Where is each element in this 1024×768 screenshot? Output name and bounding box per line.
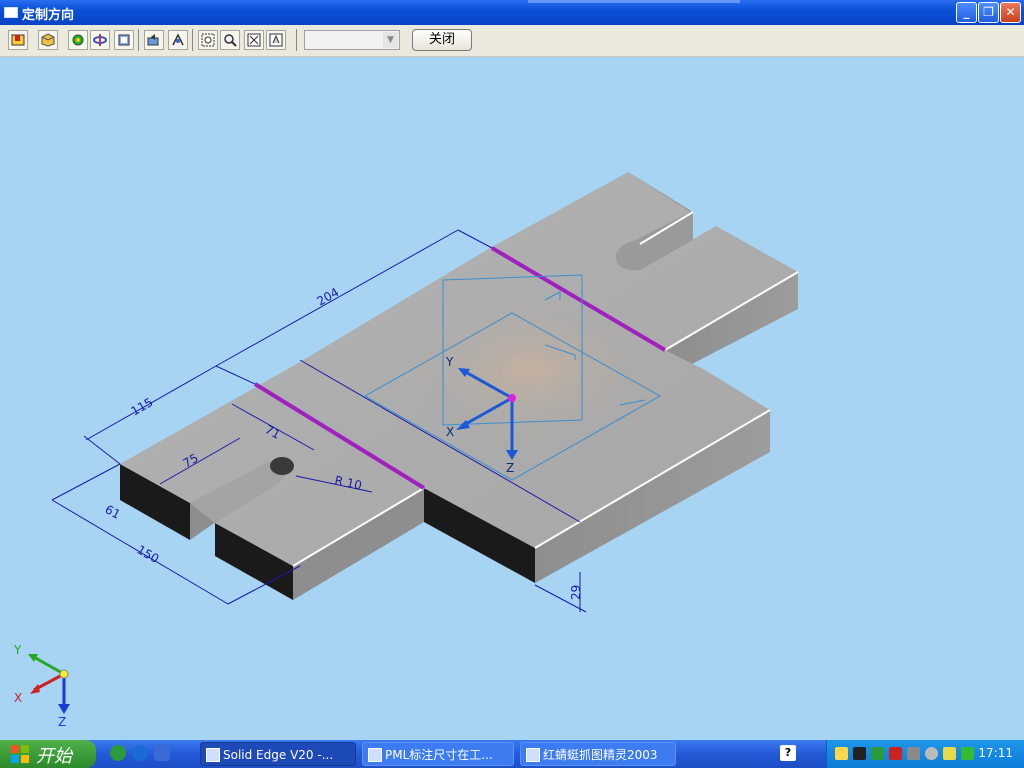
volume-icon[interactable]	[925, 747, 938, 760]
view-toolbar	[0, 25, 1024, 57]
task-label: 红蜻蜓抓图精灵2003	[543, 748, 658, 762]
camera-icon	[526, 748, 540, 762]
network-icon[interactable]	[871, 747, 884, 760]
media-player-icon[interactable]	[110, 745, 126, 761]
triad-label-x: X	[14, 691, 22, 705]
save-view-icon[interactable]	[8, 30, 28, 50]
dimension-115[interactable]: 115	[129, 395, 156, 419]
toolbar-separator	[138, 29, 139, 51]
axis-label-y: Y	[445, 355, 454, 369]
view-combo[interactable]: ▼	[304, 30, 400, 50]
task-capture[interactable]: 红蜻蜓抓图精灵2003	[520, 742, 676, 766]
task-label: PML标注尺寸在工...	[385, 748, 493, 762]
dimension-204[interactable]: 204	[315, 285, 342, 309]
ie-icon[interactable]	[132, 745, 148, 761]
input-method-icon[interactable]	[943, 747, 956, 760]
view-triad: Y X Z	[13, 643, 70, 729]
rotate-icon[interactable]	[68, 30, 88, 50]
explorer-icon[interactable]	[154, 745, 170, 761]
camera-tray-icon[interactable]	[835, 747, 848, 760]
pan-icon[interactable]	[266, 30, 286, 50]
qq-icon[interactable]	[853, 747, 866, 760]
isometric-view-icon[interactable]	[38, 30, 58, 50]
pml-doc-icon	[368, 748, 382, 762]
start-label: 开始	[36, 746, 72, 767]
previous-view-icon[interactable]	[144, 30, 164, 50]
close-button[interactable]: 关闭	[412, 29, 472, 51]
zoom-icon[interactable]	[220, 30, 240, 50]
restore-button[interactable]: ❐	[978, 2, 999, 23]
system-tray: 17:11	[826, 740, 1024, 768]
title-bar: 定制方向 _ ❐ ✕	[0, 0, 1024, 25]
axis-label-z: Z	[506, 461, 514, 475]
shield-icon[interactable]	[961, 747, 974, 760]
clock: 17:11	[978, 746, 1013, 760]
toolbar-separator	[192, 29, 193, 51]
taskbar: 开始 Solid Edge V20 -... PML标注尺寸在工... 红蜻蜓抓…	[0, 740, 1024, 768]
model-view: 204 115 71 75 61 150 R 10 29 Y X Z Y X Z	[13, 172, 799, 729]
window-app-icon[interactable]	[4, 7, 18, 18]
display-icon[interactable]	[907, 747, 920, 760]
dimension-61[interactable]: 61	[103, 502, 123, 522]
task-label: Solid Edge V20 -...	[223, 748, 334, 762]
solid-edge-icon	[206, 748, 220, 762]
windows-logo-icon	[11, 745, 29, 763]
help-icon[interactable]: ?	[780, 745, 796, 761]
toolbar-separator	[296, 29, 297, 51]
close-window-button[interactable]: ✕	[1000, 2, 1021, 23]
named-view-icon[interactable]	[168, 30, 188, 50]
title-bar-highlight	[528, 0, 740, 3]
antivirus-icon[interactable]	[889, 747, 902, 760]
triad-label-y: Y	[13, 643, 22, 657]
dimension-29[interactable]: 29	[569, 585, 583, 600]
start-button[interactable]: 开始	[0, 740, 96, 768]
task-pml[interactable]: PML标注尺寸在工...	[362, 742, 514, 766]
axis-label-x: X	[446, 425, 454, 439]
minimize-button[interactable]: _	[956, 2, 977, 23]
task-solid-edge[interactable]: Solid Edge V20 -...	[200, 742, 356, 766]
triad-label-z: Z	[58, 715, 66, 729]
zoom-area-icon[interactable]	[198, 30, 218, 50]
window-title: 定制方向	[22, 8, 75, 23]
graphics-viewport[interactable]: 204 115 71 75 61 150 R 10 29 Y X Z Y X Z	[0, 57, 1024, 740]
spin-icon[interactable]	[90, 30, 110, 50]
fit-icon[interactable]	[244, 30, 264, 50]
slot-left-hole	[270, 457, 294, 475]
fit-part-icon[interactable]	[114, 30, 134, 50]
chevron-down-icon[interactable]: ▼	[383, 32, 398, 48]
